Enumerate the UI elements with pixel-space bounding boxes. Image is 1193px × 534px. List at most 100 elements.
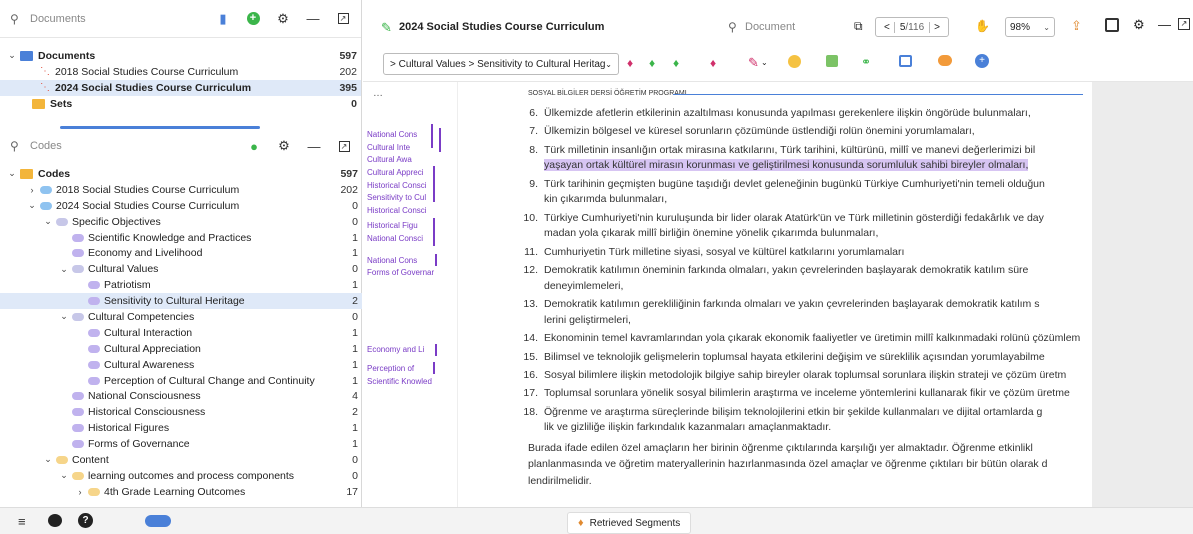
code-stripe-label[interactable]: Cultural Awa bbox=[367, 155, 425, 164]
link-icon[interactable]: ⚭ bbox=[861, 55, 871, 69]
tree-row-cultural-competencies[interactable]: ⌄ Cultural Competencies 0 bbox=[0, 309, 362, 325]
paragraph-text[interactable]: Ekonominin temel kavramlarından yola çık… bbox=[544, 332, 1080, 344]
menu-icon[interactable]: ≡ bbox=[18, 514, 26, 529]
paragraph-text[interactable]: Türk milletinin insanlığın ortak mirasın… bbox=[544, 144, 1035, 156]
chevron-down-icon[interactable]: ⌄ bbox=[58, 264, 70, 275]
chevron-down-icon[interactable]: ⌄ bbox=[26, 200, 38, 211]
code-stripe-label[interactable]: Sensitivity to Cul bbox=[367, 193, 433, 202]
expand-icon[interactable]: ↗ bbox=[336, 138, 352, 154]
code-stripe-label[interactable]: Historical Consci bbox=[367, 206, 433, 215]
tree-row-sets[interactable]: Sets 0 bbox=[0, 96, 361, 112]
chevron-down-icon[interactable]: ⌄ bbox=[6, 168, 18, 179]
color-code-icon[interactable] bbox=[826, 55, 838, 67]
tree-row-learning-outcomes[interactable]: ⌄ learning outcomes and process componen… bbox=[0, 468, 362, 484]
code-stripe-label[interactable]: Historical Figu bbox=[367, 221, 429, 230]
hand-tool-icon[interactable]: ✋ bbox=[975, 19, 990, 33]
paragraph-text[interactable]: lik ve gizliliğe ilişkin farkındalık kaz… bbox=[544, 421, 831, 433]
frame-icon[interactable] bbox=[899, 55, 912, 67]
paragraph-text[interactable]: Ülkemizin bölgesel ve küresel sorunların… bbox=[544, 125, 975, 137]
paragraph-text[interactable]: deneyimlemeleri, bbox=[544, 280, 623, 292]
expand-icon[interactable]: ↗ bbox=[1178, 18, 1190, 30]
next-page-button[interactable]: > bbox=[929, 21, 944, 33]
tree-row-codes[interactable]: ⌄ Codes 597 bbox=[0, 166, 362, 182]
code-stripe-label[interactable]: Historical Consci bbox=[367, 181, 433, 190]
chevron-down-icon[interactable]: ⌄ bbox=[42, 216, 54, 227]
edit-icon[interactable]: ✎ bbox=[381, 20, 392, 36]
tree-row-code-2018[interactable]: › 2018 Social Studies Course Curriculum … bbox=[0, 182, 362, 198]
tree-row-economy[interactable]: Economy and Livelihood 1 bbox=[0, 245, 362, 261]
code-stripe-label[interactable]: Scientific Knowled bbox=[367, 377, 441, 386]
paragraph-text[interactable]: Cumhuriyetin Türk milletine siyasi, sosy… bbox=[544, 246, 904, 258]
minimize-icon[interactable]: — bbox=[305, 11, 321, 27]
gear-icon[interactable]: ⚙ bbox=[1133, 17, 1145, 33]
chat-icon[interactable] bbox=[48, 514, 62, 527]
new-code-icon[interactable]: ● bbox=[246, 138, 262, 154]
emoticode-icon[interactable]: ♦ bbox=[710, 56, 716, 70]
panel-toggle-icon[interactable] bbox=[1105, 18, 1119, 32]
page-current[interactable]: 5 bbox=[895, 22, 906, 33]
documents-import-icon[interactable]: ▮ bbox=[215, 11, 231, 27]
toggle-icon[interactable] bbox=[145, 515, 171, 527]
emoji-icon[interactable] bbox=[788, 55, 801, 68]
tree-row-cultural-awareness[interactable]: Cultural Awareness 1 bbox=[0, 357, 362, 373]
gear-icon[interactable]: ⚙ bbox=[275, 11, 291, 27]
code-stripe-label[interactable]: National Cons bbox=[367, 256, 429, 265]
minimize-icon[interactable]: — bbox=[306, 138, 322, 154]
document-search-input[interactable]: Document bbox=[745, 21, 795, 33]
minimize-icon[interactable]: — bbox=[1158, 17, 1171, 32]
paragraph-text[interactable]: Ülkemizde afetlerin etkilerinin azaltılm… bbox=[544, 107, 1031, 119]
paragraph-text[interactable]: lerini geliştirmeleri, bbox=[544, 314, 631, 326]
chevron-right-icon[interactable]: › bbox=[26, 185, 38, 195]
paragraph-text[interactable]: Bilimsel ve teknolojik gelişmelerin topl… bbox=[544, 351, 1045, 363]
export-icon[interactable]: ⇪ bbox=[1071, 18, 1082, 34]
code-stripe-label[interactable]: National Consci bbox=[367, 234, 431, 243]
code-new-icon[interactable]: ♦ bbox=[649, 56, 655, 70]
paragraph-text[interactable]: Sosyal bilimlere ilişkin metodolojik bil… bbox=[544, 369, 1066, 381]
tree-row-historical-consciousness[interactable]: Historical Consciousness 2 bbox=[0, 404, 362, 420]
expand-icon[interactable]: ↗ bbox=[335, 11, 351, 27]
tree-row-documents[interactable]: ⌄ Documents 597 bbox=[0, 48, 361, 64]
paragraph-text[interactable]: Türk tarihinin geçmişten bugüne taşıdığı… bbox=[544, 178, 1045, 190]
code-stripe-label[interactable]: Perception of bbox=[367, 364, 429, 373]
splitter-handle[interactable] bbox=[60, 126, 260, 129]
add-document-icon[interactable]: + bbox=[245, 11, 261, 27]
chevron-down-icon[interactable]: ⌄ bbox=[42, 454, 54, 465]
tree-row-perception-change[interactable]: Perception of Cultural Change and Contin… bbox=[0, 373, 362, 389]
documents-search-input[interactable]: Documents bbox=[30, 13, 201, 25]
code-icon[interactable]: ♦ bbox=[627, 56, 633, 70]
chevron-right-icon[interactable]: › bbox=[74, 487, 86, 497]
tree-row-national-consciousness[interactable]: National Consciousness 4 bbox=[0, 388, 362, 404]
highlighter-icon[interactable]: ✎ bbox=[748, 55, 759, 71]
tree-row-specific-objectives[interactable]: ⌄ Specific Objectives 0 bbox=[0, 214, 362, 230]
tree-row-cultural-appreciation[interactable]: Cultural Appreciation 1 bbox=[0, 341, 362, 357]
paragraph-text[interactable]: Demokratik katılımın gerekliliğinin fark… bbox=[544, 298, 1039, 310]
tree-row-cultural-values[interactable]: ⌄ Cultural Values 0 bbox=[0, 261, 362, 277]
code-stripe-label[interactable]: Cultural Appreci bbox=[367, 168, 433, 177]
zoom-select[interactable]: 98% ⌄ bbox=[1005, 17, 1055, 37]
paragraph-text[interactable]: kin çıkarımda bulunmaları, bbox=[544, 193, 667, 205]
add-code-icon[interactable]: + bbox=[975, 54, 989, 68]
tree-row-4th-grade[interactable]: › 4th Grade Learning Outcomes 17 bbox=[0, 484, 362, 500]
memo-icon[interactable] bbox=[938, 55, 952, 66]
paragraph-text[interactable]: Türkiye Cumhuriyeti'nin kuruluşunda bir … bbox=[544, 212, 1044, 224]
bookmark-icon[interactable]: ⧉ bbox=[854, 19, 863, 34]
tree-row-patriotism[interactable]: Patriotism 1 bbox=[0, 277, 362, 293]
code-stripe-label[interactable]: Forms of Governar bbox=[367, 268, 441, 277]
paragraph-text[interactable]: madan yola çıkarak millî birliğin önemin… bbox=[544, 227, 878, 239]
code-invivo-icon[interactable]: ♦ bbox=[673, 56, 679, 70]
chevron-down-icon[interactable]: ⌄ bbox=[58, 311, 70, 322]
tree-row-code-2024[interactable]: ⌄ 2024 Social Studies Course Curriculum … bbox=[0, 198, 362, 214]
paragraph-text[interactable]: Öğrenme ve araştırma süreçlerinde bilişi… bbox=[544, 406, 1042, 418]
code-stripe-label[interactable]: Cultural Inte bbox=[367, 143, 429, 152]
retrieved-segments-tab[interactable]: ♦ Retrieved Segments bbox=[567, 512, 691, 534]
tree-row-scientific-knowledge[interactable]: Scientific Knowledge and Practices 1 bbox=[0, 230, 362, 246]
code-stripe-label[interactable]: National Cons bbox=[367, 130, 429, 139]
tree-row-document-2024[interactable]: ⋱ 2024 Social Studies Course Curriculum … bbox=[0, 79, 361, 96]
help-icon[interactable]: ? bbox=[78, 513, 93, 528]
paragraph-text[interactable]: Toplumsal sorunlara yönelik sosyal bilim… bbox=[544, 387, 1070, 399]
chevron-down-icon[interactable]: ⌄ bbox=[6, 50, 18, 61]
more-icon[interactable]: … bbox=[373, 88, 383, 99]
tree-row-cultural-interaction[interactable]: Cultural Interaction 1 bbox=[0, 325, 362, 341]
code-selector[interactable]: > Cultural Values > Sensitivity to Cultu… bbox=[383, 53, 619, 75]
chevron-down-icon[interactable]: ⌄ bbox=[761, 58, 768, 67]
